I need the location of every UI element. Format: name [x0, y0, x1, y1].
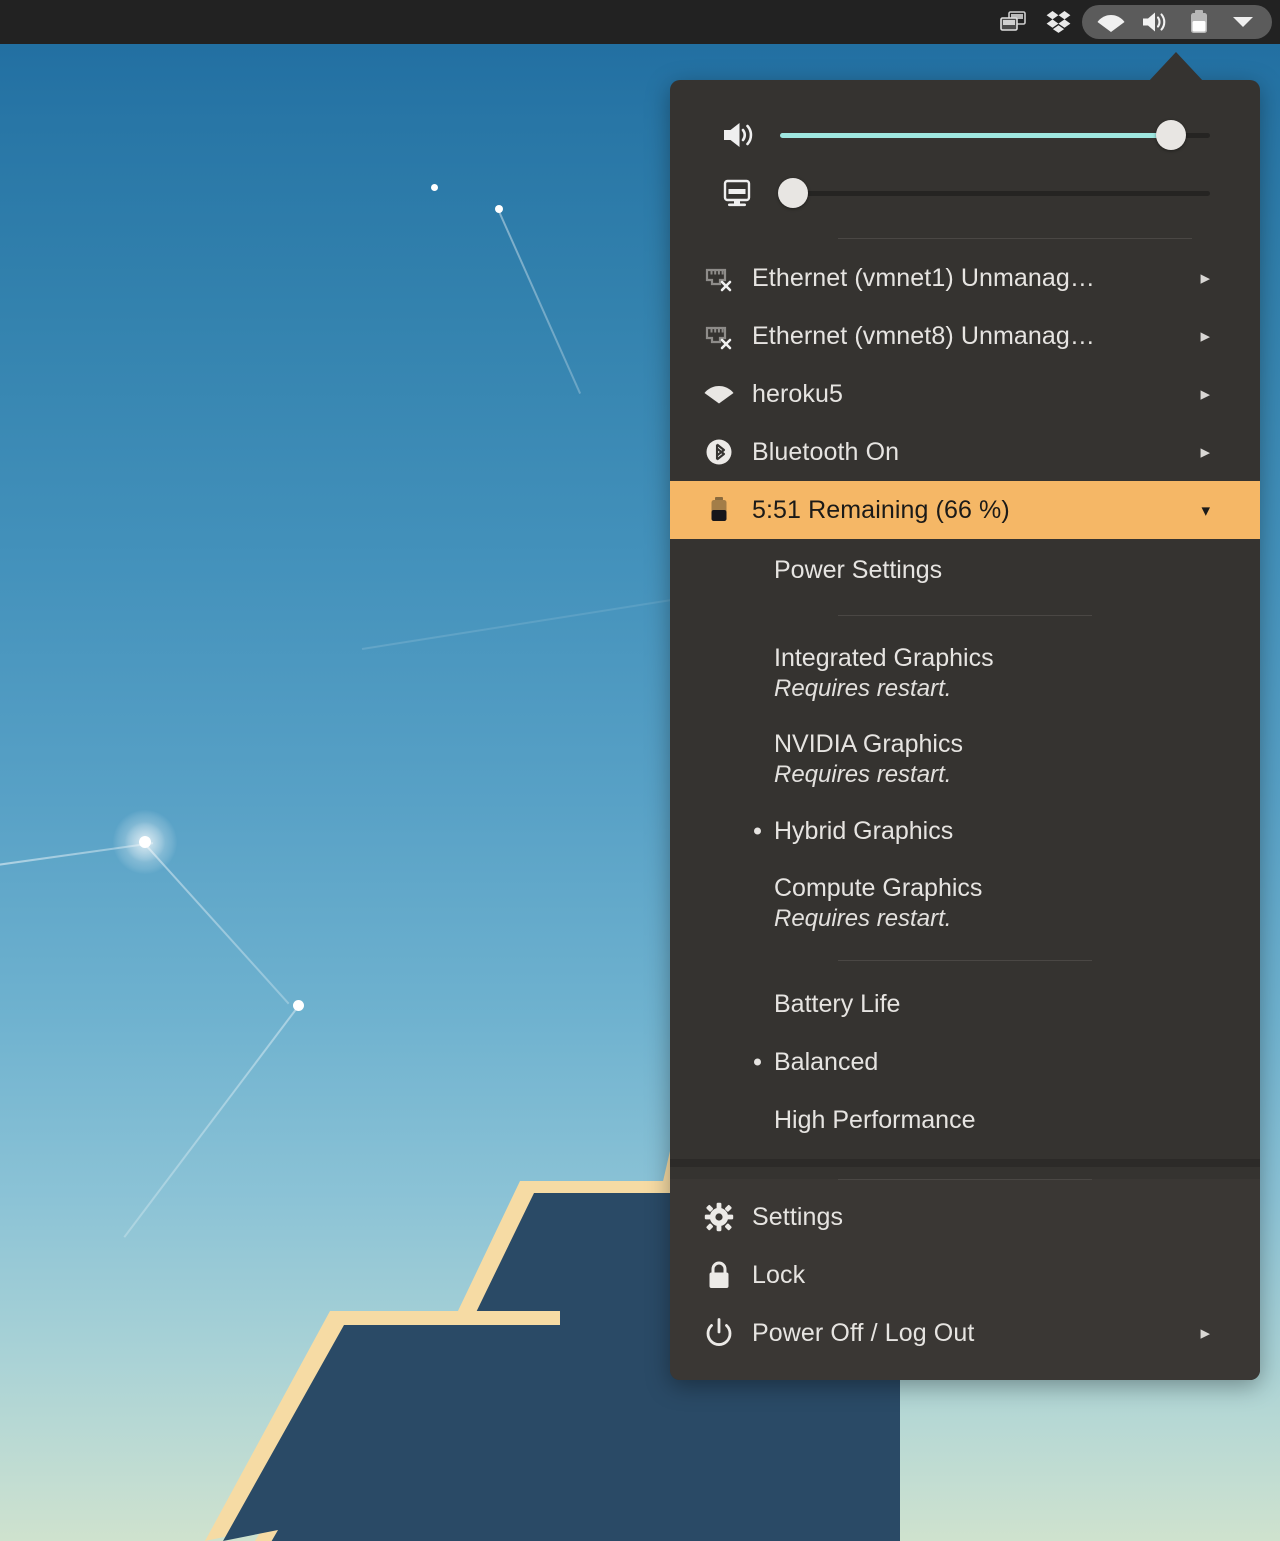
menu-item-ethernet-vmnet8[interactable]: Ethernet (vmnet8) Unmanag… ▸ — [670, 307, 1260, 365]
chevron-down-icon[interactable] — [1222, 5, 1264, 39]
submenu-item-balanced[interactable]: Balanced — [670, 1033, 1260, 1091]
submenu-item-label: Balanced — [774, 1048, 879, 1076]
volume-slider-fill — [780, 132, 1172, 138]
menu-item-wifi-heroku5[interactable]: heroku5 ▸ — [670, 365, 1260, 423]
selected-bullet-icon — [754, 827, 761, 835]
menu-item-label: Power Off / Log Out — [752, 1318, 975, 1347]
menu-item-settings[interactable]: Settings — [670, 1188, 1260, 1246]
brightness-slider-row[interactable]: 3 — [722, 164, 1210, 222]
star — [495, 205, 503, 213]
divider — [838, 238, 1192, 239]
slider-section: 91 3 — [670, 80, 1260, 228]
ethernet-disconnected-icon — [696, 264, 742, 292]
menu-item-lock[interactable]: Lock — [670, 1246, 1260, 1304]
menu-item-battery[interactable]: 5:51 Remaining (66 %) ▾ — [670, 481, 1260, 539]
submenu-item-label: Battery Life — [774, 990, 901, 1018]
constellation-line — [498, 210, 582, 394]
menu-item-bluetooth[interactable]: Bluetooth On ▸ — [670, 423, 1260, 481]
submenu-item-label: NVIDIA Graphics — [774, 729, 963, 758]
submenu-arrow-icon: ▸ — [1200, 267, 1210, 289]
submenu-arrow-icon: ▸ — [1200, 383, 1210, 405]
submenu-item-integrated-graphics[interactable]: Integrated Graphics Requires restart. — [670, 630, 1260, 716]
menu-item-label: Settings — [752, 1202, 844, 1231]
submenu-item-note: Requires restart. — [774, 904, 952, 932]
battery-submenu: Power Settings Integrated Graphics Requi… — [670, 539, 1260, 1159]
menu-item-label: 5:51 Remaining (66 %) — [752, 495, 1010, 524]
dropbox-icon[interactable] — [1036, 0, 1082, 44]
menu-item-label: Lock — [752, 1260, 806, 1289]
lock-icon — [696, 1260, 742, 1290]
wifi-icon — [696, 382, 742, 406]
divider — [838, 960, 1092, 961]
wifi-icon — [1090, 5, 1132, 39]
submenu-item-power-settings[interactable]: Power Settings — [670, 539, 1260, 601]
gear-icon — [696, 1202, 742, 1232]
submenu-arrow-icon: ▸ — [1200, 441, 1210, 463]
system-menu: 91 3 — [670, 80, 1260, 1380]
top-panel — [0, 0, 1280, 44]
divider — [838, 1179, 1092, 1180]
power-icon — [696, 1318, 742, 1348]
menu-item-label: heroku5 — [752, 379, 844, 408]
submenu-item-hybrid-graphics[interactable]: Hybrid Graphics — [670, 802, 1260, 860]
volume-high-icon — [722, 120, 768, 150]
brightness-slider-track[interactable] — [777, 178, 1210, 208]
status-indicator-pill[interactable] — [1082, 5, 1272, 39]
submenu-item-label: Hybrid Graphics — [774, 817, 954, 845]
submenu-item-note: Requires restart. — [774, 674, 952, 702]
volume-slider-knob[interactable] — [1156, 120, 1187, 150]
submenu-item-label: Integrated Graphics — [774, 643, 994, 672]
submenu-item-label: Power Settings — [774, 556, 943, 584]
menu-item-power-off-log-out[interactable]: Power Off / Log Out ▸ — [670, 1304, 1260, 1362]
volume-slider-track[interactable] — [780, 120, 1210, 150]
workspace-switcher-icon[interactable] — [990, 0, 1036, 44]
submenu-item-compute-graphics[interactable]: Compute Graphics Requires restart. — [670, 860, 1260, 946]
volume-icon — [1134, 5, 1176, 39]
submenu-arrow-icon: ▸ — [1200, 1322, 1210, 1344]
submenu-item-nvidia-graphics[interactable]: NVIDIA Graphics Requires restart. — [670, 716, 1260, 802]
footer-separator-strip — [670, 1159, 1260, 1167]
battery-icon — [1178, 5, 1220, 39]
divider — [838, 615, 1092, 616]
submenu-item-label: High Performance — [774, 1106, 976, 1134]
menu-pointer-notch — [1148, 52, 1204, 82]
submenu-arrow-icon: ▸ — [1200, 325, 1210, 347]
star — [139, 836, 151, 848]
bluetooth-icon — [696, 438, 742, 466]
expand-arrow-icon: ▾ — [1201, 500, 1210, 520]
submenu-item-battery-life[interactable]: Battery Life — [670, 975, 1260, 1033]
menu-item-ethernet-vmnet1[interactable]: Ethernet (vmnet1) Unmanag… ▸ — [670, 249, 1260, 307]
display-brightness-icon — [722, 178, 768, 208]
brightness-slider-knob[interactable] — [777, 178, 808, 208]
submenu-item-high-performance[interactable]: High Performance — [670, 1091, 1260, 1149]
submenu-item-note: Requires restart. — [774, 760, 952, 788]
menu-item-label: Bluetooth On — [752, 437, 900, 466]
ethernet-disconnected-icon — [696, 322, 742, 350]
battery-icon — [696, 496, 742, 524]
menu-item-label: Ethernet (vmnet1) Unmanag… — [752, 263, 1096, 292]
volume-slider-row[interactable]: 91 — [722, 106, 1210, 164]
menu-item-label: Ethernet (vmnet8) Unmanag… — [752, 321, 1096, 350]
submenu-item-label: Compute Graphics — [774, 873, 983, 902]
menu-footer: Settings Lock Power Off / Log Out ▸ — [670, 1179, 1260, 1380]
constellation-line — [144, 843, 290, 1005]
star — [431, 184, 438, 191]
selected-bullet-icon — [754, 1058, 761, 1066]
